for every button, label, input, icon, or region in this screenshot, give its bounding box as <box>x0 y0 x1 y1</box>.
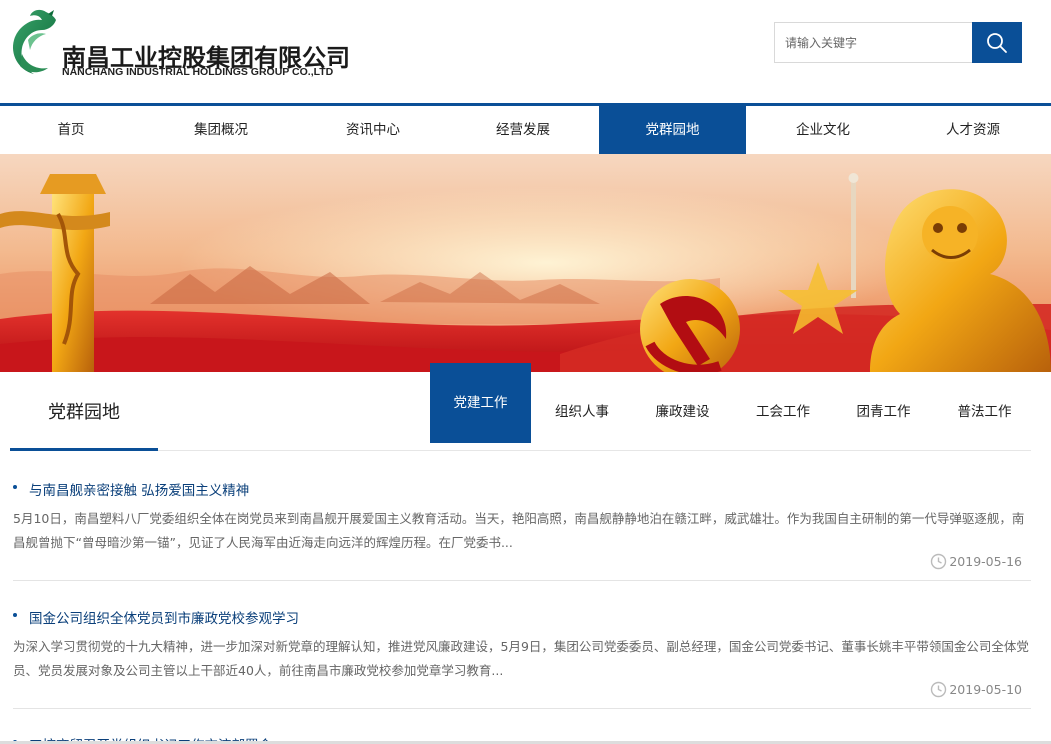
article-date: 2019-05-10 <box>949 682 1022 697</box>
section-title-underline <box>10 448 158 451</box>
search-icon <box>987 32 1007 53</box>
nav-item-business-development[interactable]: 经营发展 <box>448 106 598 154</box>
article-divider <box>13 708 1031 709</box>
tab-youth-work[interactable]: 团青工作 <box>833 380 934 444</box>
article-date: 2019-05-16 <box>949 554 1022 569</box>
nav-item-party-mass[interactable]: 党群园地 <box>599 106 746 154</box>
nav-item-news-center[interactable]: 资讯中心 <box>298 106 448 154</box>
clock-icon <box>930 681 947 698</box>
tab-union-work[interactable]: 工会工作 <box>733 380 833 444</box>
article-title[interactable]: 与南昌舰亲密接触 弘扬爱国主义精神 <box>13 479 249 499</box>
company-name-en[interactable]: NANCHANG INDUSTRIAL HOLDINGS GROUP CO.,L… <box>62 66 333 78</box>
main-nav: 首页 集团概况 资讯中心 经营发展 党群园地 企业文化 人才资源 <box>0 106 1051 154</box>
nav-item-home[interactable]: 首页 <box>0 106 142 154</box>
search-button[interactable] <box>972 22 1022 63</box>
article-summary: 5月10日，南昌塑料八厂党委组织全体在岗党员来到南昌舰开展爱国主义教育活动。当天… <box>13 511 1025 550</box>
nav-item-talent-resources[interactable]: 人才资源 <box>898 106 1048 154</box>
banner-image <box>0 154 1051 372</box>
search-box <box>774 22 972 63</box>
article-item[interactable]: 与南昌舰亲密接触 弘扬爱国主义精神 5月10日，南昌塑料八厂党委组织全体在岗党员… <box>13 479 1031 581</box>
article-summary: 为深入学习贯彻党的十九大精神，进一步加深对新党章的理解认知，推进党风廉政建设，5… <box>13 639 1029 678</box>
tab-law-popularization[interactable]: 普法工作 <box>934 380 1035 444</box>
article-item[interactable]: 国金公司组织全体党员到市廉政党校参观学习 为深入学习贯彻党的十九大精神，进一步加… <box>13 607 1031 709</box>
search-input[interactable] <box>775 23 972 62</box>
clock-icon <box>930 553 947 570</box>
tab-organization-personnel[interactable]: 组织人事 <box>532 380 632 444</box>
article-divider <box>13 580 1031 581</box>
nav-item-corporate-culture[interactable]: 企业文化 <box>748 106 898 154</box>
dragon-logo-icon[interactable] <box>2 4 62 80</box>
tab-party-building[interactable]: 党建工作 <box>430 363 531 443</box>
site-header: 南昌工业控股集团有限公司 NANCHANG INDUSTRIAL HOLDING… <box>0 0 1051 103</box>
tab-clean-governance[interactable]: 廉政建设 <box>632 380 733 444</box>
article-title[interactable]: 国金公司组织全体党员到市廉政党校参观学习 <box>13 607 299 627</box>
hero-banner <box>0 154 1051 372</box>
section-title: 党群园地 <box>48 402 120 423</box>
section-divider <box>10 450 1031 451</box>
nav-item-group-overview[interactable]: 集团概况 <box>146 106 296 154</box>
